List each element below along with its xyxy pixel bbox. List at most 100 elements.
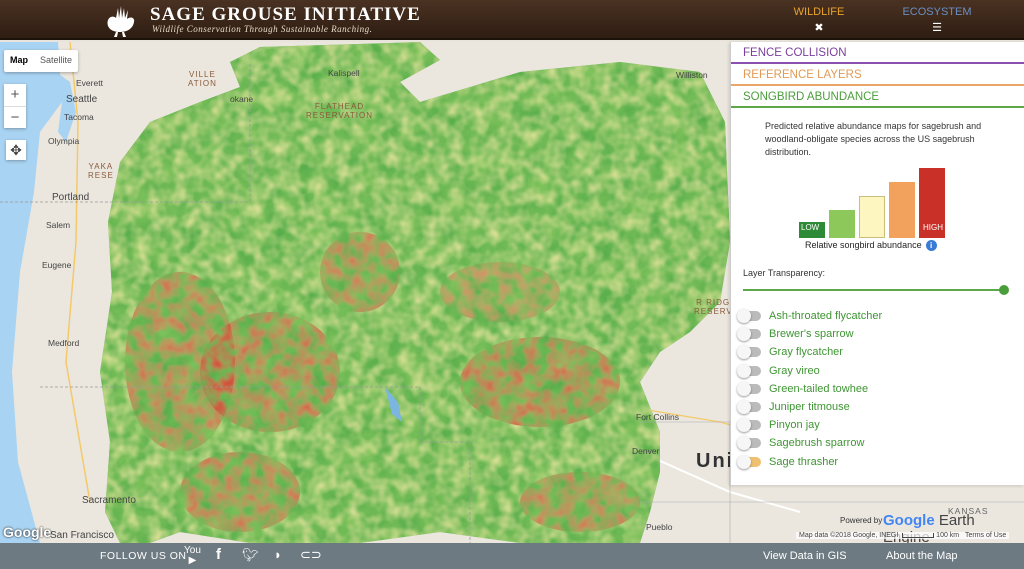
toggle-knob — [737, 454, 751, 469]
youtube-icon[interactable]: You ▶ — [184, 546, 201, 566]
toggle-knob — [737, 345, 751, 360]
species-toggle-row[interactable]: Sage thrasher — [737, 453, 1017, 471]
legend-bar-3 — [859, 196, 885, 238]
menu-icon: ☰ — [932, 22, 942, 34]
species-name[interactable]: Ash-throated flycatcher — [769, 310, 882, 322]
species-name[interactable]: Gray vireo — [769, 365, 820, 377]
section-reference-layers[interactable]: REFERENCE LAYERS — [731, 64, 1024, 86]
reservation-flathead: FLATHEAD RESERVATION — [306, 102, 374, 120]
sage-grouse-logo-icon[interactable] — [100, 2, 140, 38]
legend-high-label: HIGH — [921, 222, 945, 233]
toggle-switch[interactable] — [737, 309, 761, 324]
place-portland: Portland — [52, 192, 90, 203]
terms-link[interactable]: Terms of Use — [965, 532, 1006, 539]
legend-bar-4 — [889, 182, 915, 238]
map-type-satellite-button[interactable]: Satellite — [34, 50, 78, 72]
close-icon: ✖ — [814, 22, 824, 34]
view-data-gis-link[interactable]: View Data in GIS — [763, 550, 847, 562]
transparency-label: Layer Transparency: — [743, 268, 826, 278]
toggle-switch[interactable] — [737, 363, 761, 378]
reservation-colville: VILLE ATION — [188, 70, 217, 88]
species-name[interactable]: Sagebrush sparrow — [769, 437, 864, 449]
transparency-slider[interactable] — [743, 285, 1009, 295]
toggle-switch[interactable] — [737, 400, 761, 415]
toggle-switch[interactable] — [737, 345, 761, 360]
species-toggle-row[interactable]: Gray flycatcher — [737, 343, 1017, 361]
species-toggle-row[interactable]: Sagebrush sparrow — [737, 434, 1017, 452]
legend-caption-text: Relative songbird abundance — [805, 240, 922, 250]
species-list: Ash-throated flycatcher Brewer's sparrow G… — [737, 307, 1017, 471]
powered-by-label: Powered by — [840, 516, 883, 525]
species-toggle-row[interactable]: Juniper titmouse — [737, 398, 1017, 416]
place-denver: Denver — [632, 446, 660, 456]
about-map-link[interactable]: About the Map — [886, 550, 958, 562]
toggle-switch[interactable] — [737, 418, 761, 433]
toggle-knob — [737, 418, 751, 433]
place-medford: Medford — [48, 338, 80, 348]
legend-low-label: LOW — [799, 222, 822, 233]
toggle-switch[interactable] — [737, 327, 761, 342]
facebook-icon[interactable]: f — [216, 546, 221, 563]
legend-bar-2 — [829, 210, 855, 238]
google-logo[interactable]: Google — [3, 524, 51, 540]
toggle-knob — [737, 363, 751, 378]
map-type-map-button[interactable]: Map — [4, 50, 34, 72]
zoom-control: + − — [4, 84, 26, 128]
place-eugene: Eugene — [42, 260, 72, 270]
toggle-switch[interactable] — [737, 436, 761, 451]
place-fort-collins: Fort Collins — [636, 412, 679, 422]
place-kalispell: Kalispell — [328, 68, 360, 78]
site-title[interactable]: SAGE GROUSE INITIATIVE — [150, 4, 421, 26]
species-toggle-row[interactable]: Green-tailed towhee — [737, 380, 1017, 398]
section-songbird-abundance[interactable]: SONGBIRD ABUNDANCE — [731, 86, 1024, 108]
place-salem: Salem — [46, 220, 71, 230]
species-toggle-row[interactable]: Brewer's sparrow — [737, 325, 1017, 343]
transparency-slider-handle[interactable] — [999, 285, 1009, 295]
toggle-knob — [737, 400, 751, 415]
place-sacramento: Sacramento — [82, 495, 136, 506]
toggle-switch[interactable] — [737, 381, 761, 396]
toggle-switch[interactable] — [737, 454, 761, 469]
species-name[interactable]: Brewer's sparrow — [769, 328, 854, 340]
rss-icon[interactable]: ◗ — [274, 547, 282, 562]
site-header: SAGE GROUSE INITIATIVE Wildlife Conserva… — [0, 0, 1024, 40]
site-footer: FOLLOW US ON You ▶ f 🐦︎ ◗ ⊂⊃ View Data in… — [0, 543, 1024, 569]
section-fence-collision[interactable]: FENCE COLLISION — [731, 42, 1024, 64]
species-toggle-row[interactable]: Pinyon jay — [737, 416, 1017, 434]
layer-description: Predicted relative abundance maps for sa… — [765, 121, 982, 157]
abundance-legend: LOW HIGH — [799, 162, 959, 238]
reservation-yakama: YAKA RESE — [88, 162, 114, 180]
nav-wildlife[interactable]: WILDLIFE ✖ — [779, 6, 859, 34]
info-icon[interactable]: i — [925, 240, 937, 251]
country-label: Uni — [696, 450, 735, 472]
place-spokane: okane — [230, 94, 254, 104]
zoom-out-button[interactable]: − — [4, 106, 26, 128]
site-tagline: Wildlife Conservation Through Sustainabl… — [152, 24, 373, 34]
link-icon[interactable]: ⊂⊃ — [300, 547, 322, 563]
species-name[interactable]: Gray flycatcher — [769, 346, 843, 358]
place-san-francisco: San Francisco — [50, 530, 114, 541]
zoom-in-button[interactable]: + — [4, 84, 26, 106]
toggle-knob — [737, 327, 751, 342]
toggle-knob — [737, 381, 751, 396]
species-name[interactable]: Green-tailed towhee — [769, 383, 868, 395]
nav-wildlife-label: WILDLIFE — [793, 6, 845, 18]
species-name[interactable]: Sage thrasher — [769, 456, 838, 468]
species-name[interactable]: Pinyon jay — [769, 419, 820, 431]
legend-caption: Relative songbird abundance i — [805, 240, 937, 251]
species-name[interactable]: Juniper titmouse — [769, 401, 850, 413]
twitter-icon[interactable]: 🐦︎ — [242, 547, 259, 563]
nav-ecosystem[interactable]: ECOSYSTEM ☰ — [897, 6, 977, 34]
layer-panel: FENCE COLLISION REFERENCE LAYERS SONGBIR… — [730, 42, 1024, 485]
crosshair-icon[interactable]: ✥ — [6, 140, 26, 160]
map-type-control: Map Satellite — [4, 50, 79, 72]
scale-label: 100 km — [936, 532, 960, 539]
place-seattle: Seattle — [66, 94, 98, 105]
place-pueblo: Pueblo — [646, 522, 673, 532]
follow-us-label: FOLLOW US ON — [100, 550, 187, 562]
place-olympia: Olympia — [48, 136, 80, 146]
scale-bar — [902, 532, 935, 538]
species-toggle-row[interactable]: Gray vireo — [737, 362, 1017, 380]
species-toggle-row[interactable]: Ash-throated flycatcher — [737, 307, 1017, 325]
nav-ecosystem-label: ECOSYSTEM — [902, 6, 972, 18]
